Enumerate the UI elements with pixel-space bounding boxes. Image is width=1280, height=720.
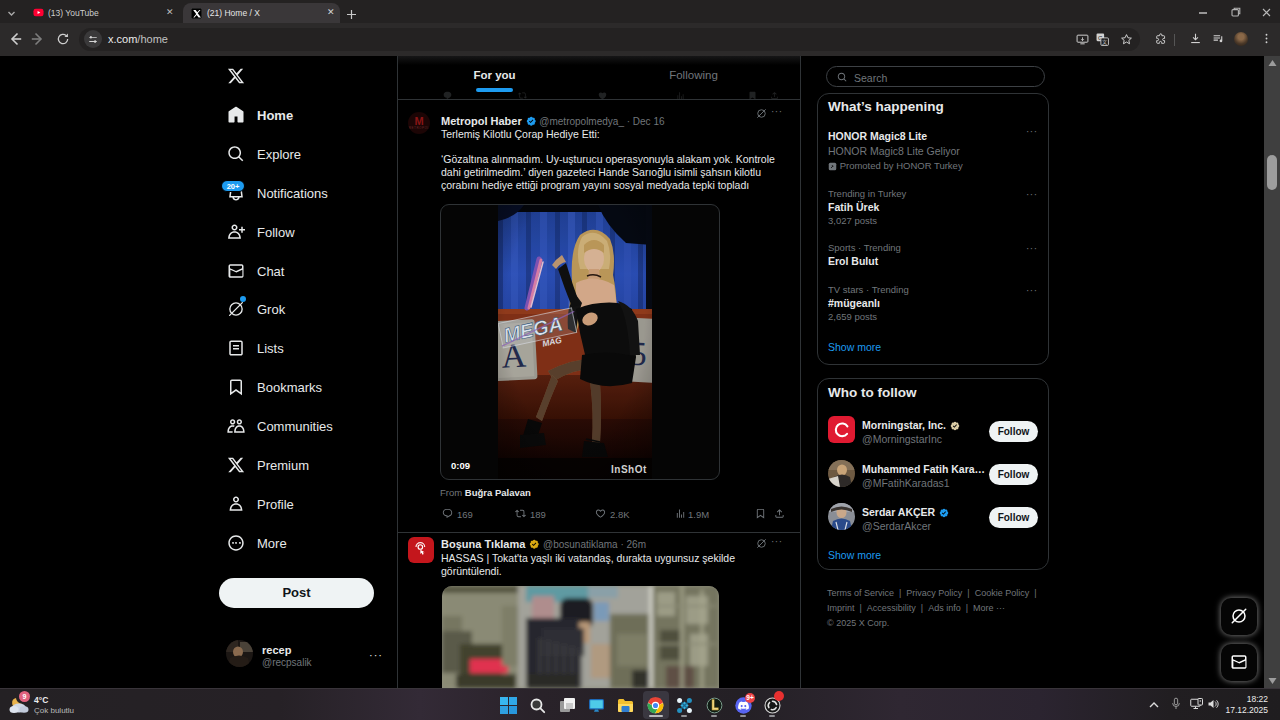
svg-text:文: 文 — [1102, 38, 1108, 44]
